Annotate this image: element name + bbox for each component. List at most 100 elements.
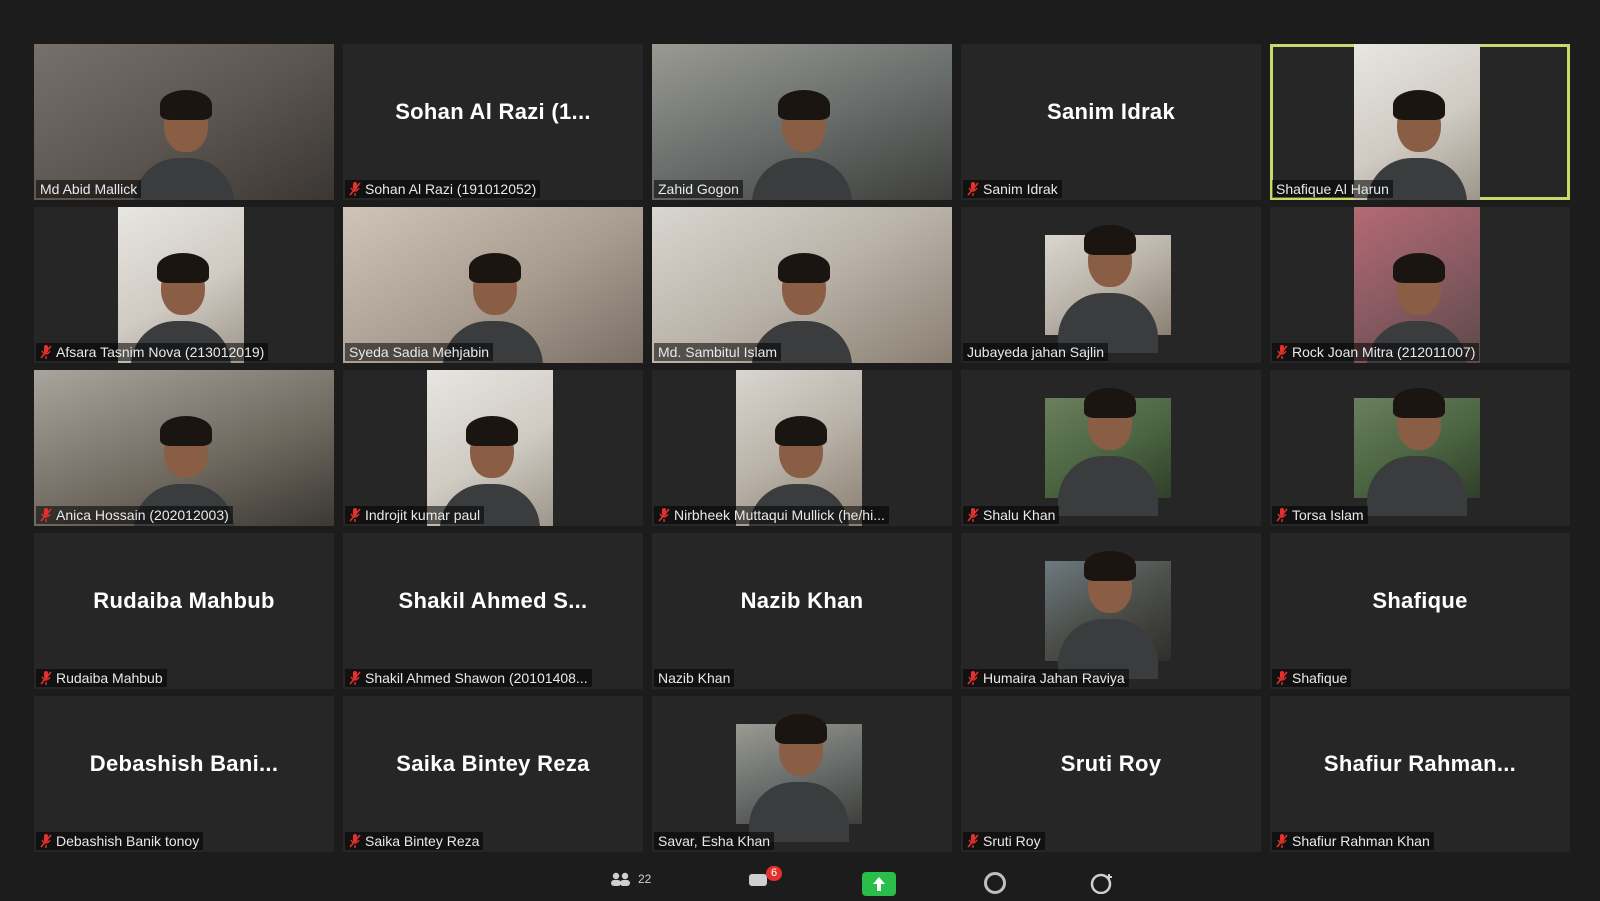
participant-video (736, 714, 862, 842)
participant-name-text: Debashish Banik tonoy (56, 833, 200, 849)
participant-video (118, 207, 244, 363)
chat-button[interactable]: 6 (748, 866, 783, 895)
participant-name-label: Zahid Gogon (654, 180, 743, 198)
participant-name-label: Nirbheek Muttaqui Mullick (he/hi... (654, 506, 889, 524)
participant-video (1045, 551, 1171, 679)
participant-tile[interactable]: Sanim Idrak Sanim Idrak (961, 44, 1261, 200)
participant-name-label: Md Abid Mallick (36, 180, 142, 198)
participant-count: 22 (638, 872, 652, 886)
participant-tile[interactable]: Rock Joan Mitra (212011007) (1270, 207, 1570, 363)
participant-name-text: Syeda Sadia Mehjabin (349, 344, 490, 360)
muted-mic-icon (1276, 345, 1288, 359)
participant-tile[interactable]: Md. Sambitul Islam (652, 207, 952, 363)
participant-name-text: Torsa Islam (1292, 507, 1364, 523)
participant-tile[interactable]: Shafique Shafique (1270, 533, 1570, 689)
participant-name-text: Shafique Al Harun (1276, 181, 1389, 197)
muted-mic-icon (349, 182, 361, 196)
participant-silhouette (1053, 215, 1163, 353)
participant-video (652, 207, 952, 363)
participant-tile[interactable]: Shakil Ahmed S... Shakil Ahmed Shawon (20… (343, 533, 643, 689)
participant-name-text: Humaira Jahan Raviya (983, 670, 1125, 686)
participant-tile[interactable]: Sohan Al Razi (1... Sohan Al Razi (191012… (343, 44, 643, 200)
participant-tile[interactable]: Anica Hossain (202012003) (34, 370, 334, 526)
participant-name-label: Shafique Al Harun (1272, 180, 1393, 198)
participant-video (34, 370, 334, 526)
participant-tile[interactable]: Humaira Jahan Raviya (961, 533, 1261, 689)
participant-name-label: Sanim Idrak (963, 180, 1062, 198)
participant-name-label: Humaira Jahan Raviya (963, 669, 1129, 687)
participant-video (1045, 225, 1171, 353)
participant-tile[interactable]: Torsa Islam (1270, 370, 1570, 526)
participant-name-label: Rock Joan Mitra (212011007) (1272, 343, 1480, 361)
participant-tile[interactable]: Md Abid Mallick (34, 44, 334, 200)
participant-name-text: Shafique (1292, 670, 1348, 686)
participant-display-name: Rudaiba Mahbub (93, 588, 275, 613)
muted-mic-icon (1276, 834, 1288, 848)
participant-name-text: Savar, Esha Khan (658, 833, 771, 849)
participant-name-text: Anica Hossain (202012003) (56, 507, 229, 523)
participant-name-text: Shalu Khan (983, 507, 1056, 523)
participants-button[interactable]: 22 (610, 872, 651, 886)
muted-mic-icon (40, 508, 52, 522)
participant-silhouette (1362, 378, 1472, 516)
participant-name-label: Jubayeda jahan Sajlin (963, 343, 1108, 361)
participant-silhouette (129, 80, 239, 200)
participant-display-name: Shafique (1372, 588, 1468, 613)
participant-name-text: Shakil Ahmed Shawon (20101408... (365, 670, 588, 686)
muted-mic-icon (40, 834, 52, 848)
share-screen-button[interactable] (862, 872, 896, 896)
muted-mic-icon (967, 182, 979, 196)
participant-name-text: Rock Joan Mitra (212011007) (1292, 344, 1476, 360)
participant-tile[interactable]: Syeda Sadia Mehjabin (343, 207, 643, 363)
participant-tile[interactable]: Debashish Bani... Debashish Banik tonoy (34, 696, 334, 852)
participant-name-label: Syeda Sadia Mehjabin (345, 343, 494, 361)
muted-mic-icon (40, 671, 52, 685)
participant-silhouette (1053, 541, 1163, 679)
participant-name-text: Sohan Al Razi (191012052) (365, 181, 537, 197)
participant-name-text: Sruti Roy (983, 833, 1041, 849)
participant-tile[interactable]: Shafiur Rahman... Shafiur Rahman Khan (1270, 696, 1570, 852)
participant-tile[interactable]: Zahid Gogon (652, 44, 952, 200)
participant-name-label: Shafique (1272, 669, 1352, 687)
participant-name-label: Shalu Khan (963, 506, 1060, 524)
participant-display-name: Shakil Ahmed S... (398, 588, 588, 613)
participant-name-text: Nazib Khan (658, 670, 731, 686)
muted-mic-icon (349, 671, 361, 685)
muted-mic-icon (349, 834, 361, 848)
participant-tile[interactable]: Shalu Khan (961, 370, 1261, 526)
participant-tile[interactable]: Rudaiba Mahbub Rudaiba Mahbub (34, 533, 334, 689)
participant-name-label: Anica Hossain (202012003) (36, 506, 233, 524)
reaction-icon (1090, 873, 1112, 895)
participant-name-text: Shafiur Rahman Khan (1292, 833, 1430, 849)
participant-video (1354, 207, 1480, 363)
participant-name-label: Afsara Tasnim Nova (213012019) (36, 343, 269, 361)
participant-name-label: Md. Sambitul Islam (654, 343, 782, 361)
participant-display-name: Sanim Idrak (1046, 99, 1176, 124)
participant-silhouette (747, 80, 857, 200)
participant-tile[interactable]: Afsara Tasnim Nova (213012019) (34, 207, 334, 363)
participant-tile[interactable]: Indrojit kumar paul (343, 370, 643, 526)
share-arrow-icon (873, 877, 885, 891)
participant-tile[interactable]: Jubayeda jahan Sajlin (961, 207, 1261, 363)
participant-video (736, 370, 862, 526)
participant-video (1045, 388, 1171, 516)
participant-tile[interactable]: Savar, Esha Khan (652, 696, 952, 852)
record-button[interactable] (984, 872, 1006, 894)
participant-video (34, 44, 334, 200)
participant-tile[interactable]: Shafique Al Harun (1270, 44, 1570, 200)
participant-name-text: Rudaiba Mahbub (56, 670, 163, 686)
participant-silhouette (744, 704, 854, 842)
participant-name-label: Savar, Esha Khan (654, 832, 775, 850)
participant-tile[interactable]: Nazib Khan Nazib Khan (652, 533, 952, 689)
participant-name-text: Zahid Gogon (658, 181, 739, 197)
participant-name-label: Sohan Al Razi (191012052) (345, 180, 541, 198)
participant-name-label: Torsa Islam (1272, 506, 1368, 524)
participant-tile[interactable]: Sruti Roy Sruti Roy (961, 696, 1261, 852)
participant-tile[interactable]: Saika Bintey Reza Saika Bintey Reza (343, 696, 643, 852)
participant-name-text: Nirbheek Muttaqui Mullick (he/hi... (674, 507, 885, 523)
participant-name-label: Shafiur Rahman Khan (1272, 832, 1434, 850)
reactions-button[interactable] (1090, 872, 1114, 899)
participant-video (427, 370, 553, 526)
participant-video (652, 44, 952, 200)
participant-tile[interactable]: Nirbheek Muttaqui Mullick (he/hi... (652, 370, 952, 526)
